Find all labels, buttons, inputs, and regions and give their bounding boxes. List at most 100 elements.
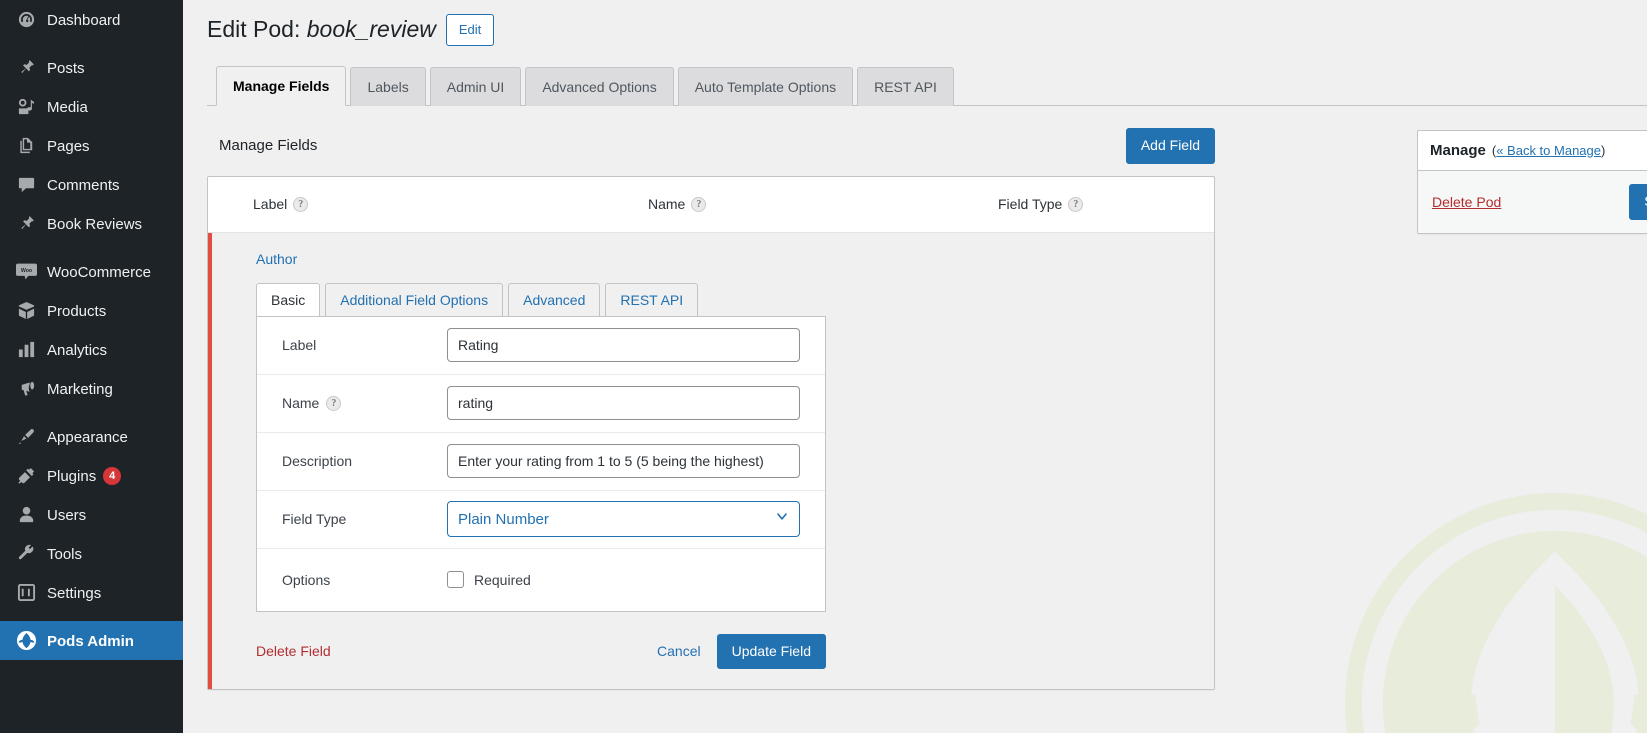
wrench-icon <box>13 544 39 564</box>
sidebar-item-appearance[interactable]: Appearance <box>0 417 183 456</box>
name-input[interactable] <box>447 386 800 421</box>
content-inner: Edit Pod: book_review Edit Manage Fields… <box>183 0 1647 691</box>
tab-manage-fields[interactable]: Manage Fields <box>216 66 347 106</box>
sidebar-item-pods-admin[interactable]: Pods Admin <box>0 621 183 660</box>
label-input[interactable] <box>447 328 800 363</box>
form-row-label: Label <box>257 317 825 375</box>
sidebar-item-marketing[interactable]: Marketing <box>0 369 183 408</box>
field-type-label: Field Type <box>282 511 447 527</box>
field-editor-row: Author Basic Additional Field Options Adva… <box>208 232 1214 690</box>
sidebar-separator <box>0 612 183 621</box>
megaphone-icon <box>13 379 39 399</box>
label-field-control <box>447 328 800 363</box>
manage-fields-heading: Manage Fields <box>219 137 318 155</box>
sidebar-separator <box>0 408 183 417</box>
woo-icon: Woo <box>13 262 39 282</box>
field-group-title: Author <box>256 250 298 267</box>
field-type-select-wrapper: Plain Number <box>447 501 800 538</box>
sidebar-item-settings[interactable]: Settings <box>0 573 183 612</box>
label-field-label: Label <box>282 337 447 353</box>
sidebar-item-analytics[interactable]: Analytics <box>0 330 183 369</box>
sidebar-separator <box>0 243 183 252</box>
sidebar-item-label: Media <box>47 98 88 116</box>
sidebar-item-users[interactable]: Users <box>0 495 183 534</box>
sidebar-item-label: Settings <box>47 584 102 602</box>
update-field-button[interactable]: Update Field <box>716 633 826 670</box>
required-checkbox[interactable] <box>447 571 464 589</box>
options-field-label-text: Options <box>282 571 331 588</box>
fields-table: Label ? Name ? Field Type ? Author Basic… <box>207 175 1215 691</box>
edit-pod-button[interactable]: Edit <box>445 13 495 47</box>
dashboard-icon <box>13 10 39 30</box>
label-field-label-text: Label <box>282 337 317 354</box>
tab-labels[interactable]: Labels <box>350 67 426 106</box>
field-editor-form: Label Name ? <box>256 315 826 612</box>
sidebar-item-label: Analytics <box>47 341 108 359</box>
column-header-name-text: Name <box>648 196 686 213</box>
help-icon[interactable]: ? <box>691 196 707 212</box>
options-field-label: Options <box>282 572 447 588</box>
name-field-control <box>447 386 800 421</box>
help-icon[interactable]: ? <box>326 395 342 411</box>
comment-icon <box>13 175 39 195</box>
tab-auto-template-options[interactable]: Auto Template Options <box>677 67 854 106</box>
sidebar-item-posts[interactable]: Posts <box>0 48 183 87</box>
column-header-label: Label ? <box>208 196 648 212</box>
field-tab-rest-api[interactable]: REST API <box>605 282 699 317</box>
sidebar-item-label: Marketing <box>47 380 113 398</box>
name-field-label: Name ? <box>282 395 447 411</box>
delete-pod-link[interactable]: Delete Pod <box>1432 194 1501 210</box>
required-checkbox-row[interactable]: Required <box>447 571 800 589</box>
tab-admin-ui[interactable]: Admin UI <box>429 67 522 106</box>
sidebar-item-products[interactable]: Products <box>0 291 183 330</box>
column-header-field-type: Field Type ? <box>998 196 1214 212</box>
form-row-options: Options Required <box>257 549 825 611</box>
sidebar-item-comments[interactable]: Comments <box>0 165 183 204</box>
sidebar-item-pages[interactable]: Pages <box>0 126 183 165</box>
sidebar-item-badge: 4 <box>103 466 122 485</box>
sidebar-item-dashboard[interactable]: Dashboard <box>0 0 183 39</box>
side-panel-title: Manage <box>1430 142 1486 159</box>
manage-side-panel: Manage (« Back to Manage) Delete Pod Sav… <box>1417 130 1647 234</box>
description-field-label: Description <box>282 453 447 469</box>
svg-text:Woo: Woo <box>20 268 31 274</box>
column-header-name: Name ? <box>648 196 998 212</box>
sidebar-item-woocommerce[interactable]: Woo WooCommerce <box>0 252 183 291</box>
manage-fields-toolbar: Manage Fields Add Field <box>207 128 1239 164</box>
sidebar-item-plugins[interactable]: Plugins 4 <box>0 456 183 495</box>
sidebar-item-media[interactable]: Media <box>0 87 183 126</box>
tab-advanced-options[interactable]: Advanced Options <box>525 67 674 106</box>
field-tab-advanced[interactable]: Advanced <box>508 282 601 317</box>
field-editor-tabs: Basic Additional Field Options Advanced RES… <box>256 282 1214 317</box>
field-editor-footer: Delete Field Cancel Update Field <box>256 633 826 670</box>
media-icon <box>13 97 39 117</box>
user-icon <box>13 505 39 525</box>
delete-field-link[interactable]: Delete Field <box>256 643 331 659</box>
add-field-button[interactable]: Add Field <box>1125 128 1215 164</box>
sidebar-item-label: Users <box>47 506 87 524</box>
page-title-prefix: Edit Pod: <box>207 16 301 43</box>
pin-icon <box>13 214 39 234</box>
sidebar-separator <box>0 39 183 48</box>
save-pod-button[interactable]: Save Pod <box>1629 184 1647 220</box>
cancel-link[interactable]: Cancel <box>657 643 701 659</box>
form-row-description: Description <box>257 433 825 491</box>
tab-rest-api[interactable]: REST API <box>857 67 954 106</box>
column-header-label-text: Label <box>253 196 288 213</box>
description-field-label-text: Description <box>282 453 353 470</box>
field-tab-basic[interactable]: Basic <box>256 282 321 317</box>
sidebar-item-tools[interactable]: Tools <box>0 534 183 573</box>
field-type-control: Plain Number <box>447 501 800 538</box>
sidebar-item-book-reviews[interactable]: Book Reviews <box>0 204 183 243</box>
admin-sidebar-menu: Dashboard Posts Media Pages Comments Book Rev… <box>0 0 183 733</box>
field-tab-additional-field-options[interactable]: Additional Field Options <box>325 282 504 317</box>
main-content: Edit Pod: book_review Edit Manage Fields… <box>183 0 1647 733</box>
back-to-manage-link[interactable]: « Back to Manage <box>1496 143 1601 158</box>
help-icon[interactable]: ? <box>1068 196 1084 212</box>
help-icon[interactable]: ? <box>293 196 309 212</box>
side-panel-body: Delete Pod Save Pod <box>1418 171 1647 233</box>
description-input[interactable] <box>447 444 800 479</box>
name-field-label-text: Name <box>282 395 320 412</box>
field-type-select[interactable]: Plain Number <box>447 501 800 538</box>
sidebar-item-label: Plugins <box>47 467 97 485</box>
